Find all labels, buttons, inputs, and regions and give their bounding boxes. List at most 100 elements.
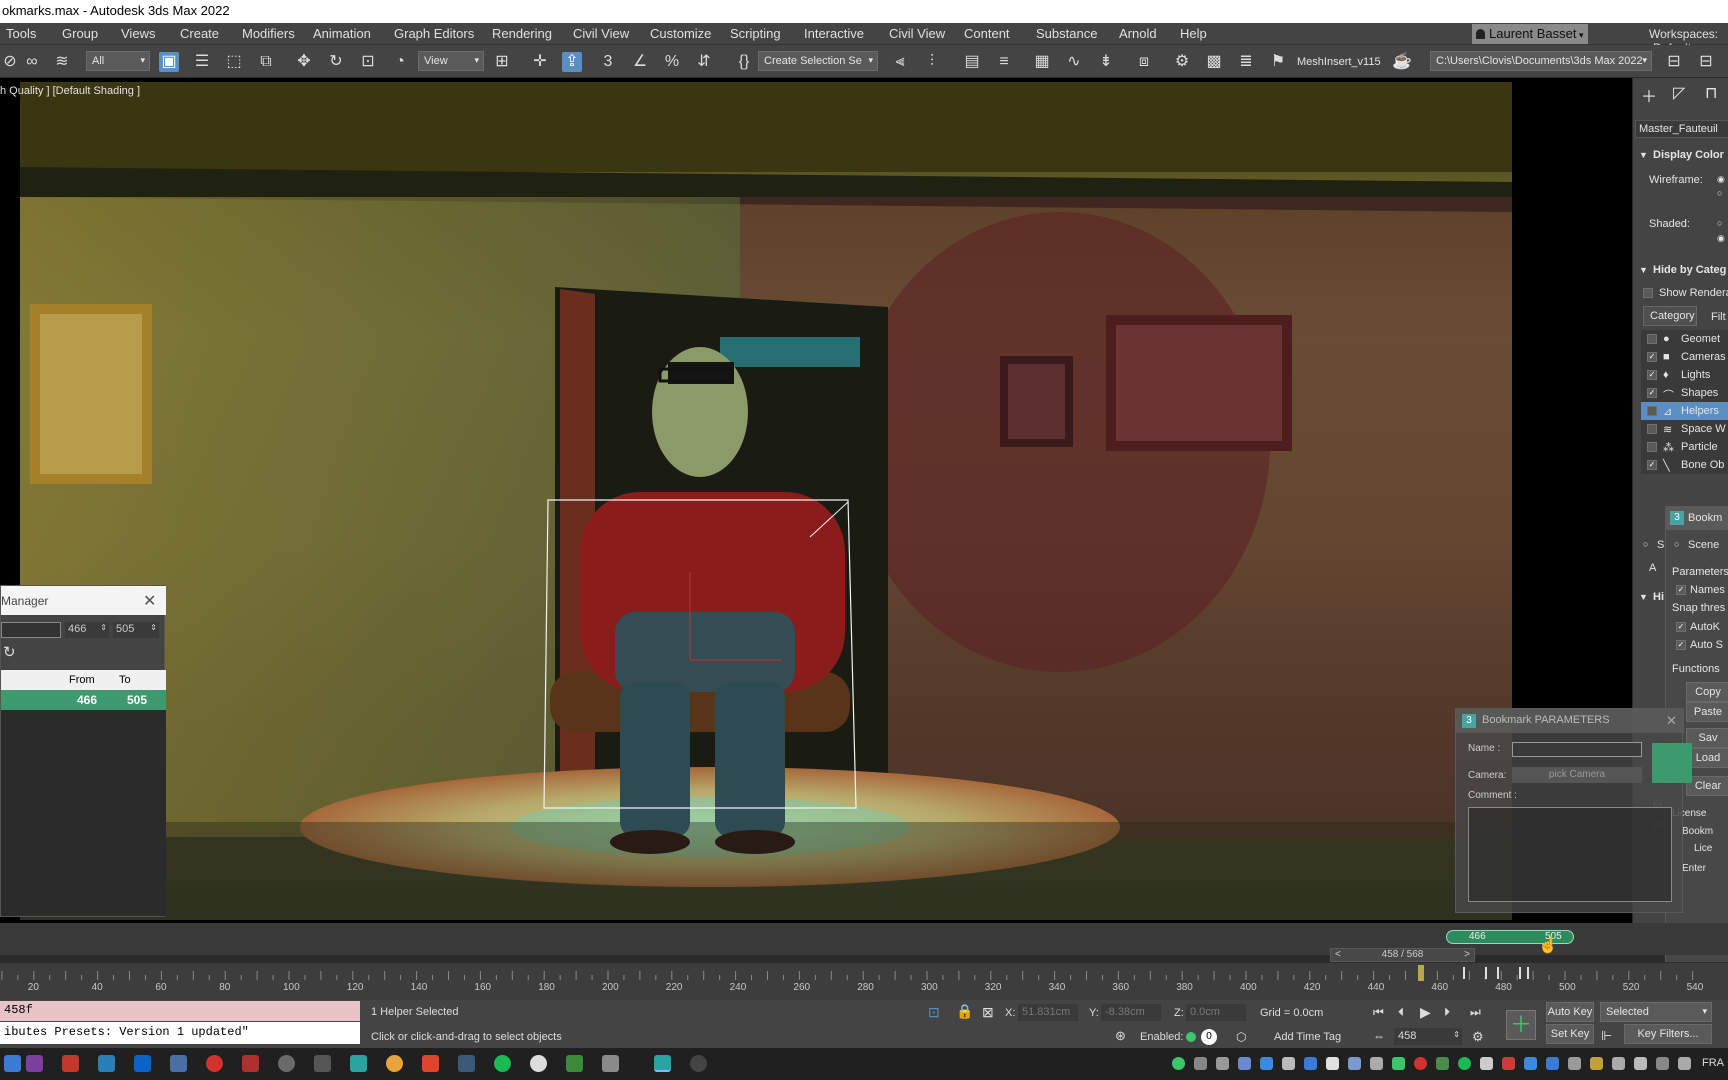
- placement-icon[interactable]: ◔: [390, 52, 410, 72]
- category-checkbox[interactable]: [1647, 334, 1657, 344]
- list-item[interactable]: ⁂ Particle: [1641, 438, 1728, 456]
- tray-icon[interactable]: [1678, 1057, 1691, 1070]
- scale-icon[interactable]: ⊡: [358, 52, 378, 72]
- ribbon-icon[interactable]: ▦: [1032, 52, 1052, 72]
- teapot-icon[interactable]: ☕: [1392, 52, 1412, 72]
- modify-tab-icon[interactable]: ◸: [1673, 83, 1685, 103]
- align-icon[interactable]: ⫶: [922, 52, 942, 72]
- tray-icon[interactable]: [1502, 1057, 1515, 1070]
- category-checkbox[interactable]: ✓: [1647, 388, 1657, 398]
- tray-icon[interactable]: [1392, 1057, 1405, 1070]
- link-icon[interactable]: ∞: [22, 52, 42, 72]
- previous-frame-icon[interactable]: ⏴: [1398, 1005, 1404, 1020]
- window-crossing-icon[interactable]: ⧉: [256, 52, 276, 72]
- add-time-tag[interactable]: Add Time Tag: [1274, 1031, 1341, 1043]
- maxscript-result-line[interactable]: ibutes Presets: Version 1 updated": [0, 1022, 360, 1044]
- menu-tools[interactable]: Tools: [6, 26, 36, 41]
- menu-customize[interactable]: Customize: [650, 26, 711, 41]
- shaded-radio-2[interactable]: ◉: [1717, 233, 1725, 244]
- select-by-name-icon[interactable]: ☰: [192, 52, 212, 72]
- save-button[interactable]: Sav: [1686, 728, 1728, 748]
- menu-content[interactable]: Content: [964, 26, 1010, 41]
- user-account-button[interactable]: Laurent Basset ▾: [1472, 24, 1588, 44]
- menu-arnold[interactable]: Arnold: [1119, 26, 1157, 41]
- filezilla-icon[interactable]: [242, 1055, 259, 1072]
- pivot-center-icon[interactable]: ⊞: [492, 52, 512, 72]
- enter-license-button[interactable]: Enter: [1682, 863, 1706, 874]
- select-manipulate-icon[interactable]: ✛: [530, 52, 550, 72]
- menu-help[interactable]: Help: [1180, 26, 1207, 41]
- menu-scripting[interactable]: Scripting: [730, 26, 781, 41]
- enabled-count[interactable]: 0: [1201, 1029, 1217, 1045]
- menu-group[interactable]: Group: [62, 26, 98, 41]
- isolate-selection-icon[interactable]: ⊡: [928, 1004, 940, 1021]
- angle-snap-icon[interactable]: ∠: [630, 52, 650, 72]
- time-tag-icon[interactable]: ⬡: [1236, 1030, 1246, 1044]
- object-name-field[interactable]: Master_Fauteuil: [1635, 120, 1728, 138]
- close-icon[interactable]: ✕: [1666, 713, 1677, 729]
- mirror-icon[interactable]: ⫷: [890, 52, 910, 72]
- tray-icon[interactable]: [1260, 1057, 1273, 1070]
- menu-civil-view[interactable]: Civil View: [573, 26, 629, 41]
- tray-icon[interactable]: [1304, 1057, 1317, 1070]
- edit-named-selection-icon[interactable]: {}: [734, 52, 754, 72]
- goto-start-icon[interactable]: ⏮: [1373, 1005, 1384, 1020]
- autokey-checkbox[interactable]: ✓: [1676, 622, 1686, 632]
- 3dsmax-active-icon[interactable]: [654, 1055, 671, 1072]
- tray-icon[interactable]: [1480, 1057, 1493, 1070]
- list-item[interactable]: ● Geomet: [1641, 330, 1728, 348]
- close-icon[interactable]: ✕: [143, 591, 156, 611]
- calculator-icon[interactable]: [314, 1055, 331, 1072]
- bookmark-color-swatch[interactable]: [1652, 743, 1692, 783]
- time-slider-next[interactable]: >: [1464, 949, 1470, 961]
- tray-icon[interactable]: [1326, 1057, 1339, 1070]
- brave-icon[interactable]: [422, 1055, 439, 1072]
- name-input[interactable]: [1512, 742, 1642, 757]
- render-setup-icon[interactable]: ⚙: [1172, 52, 1192, 72]
- key-filter-icon[interactable]: ⊩: [1601, 1028, 1612, 1044]
- tab-category[interactable]: Category: [1643, 306, 1697, 326]
- rendered-frame-window-icon[interactable]: ▩: [1204, 52, 1224, 72]
- render-production-icon[interactable]: ≣: [1236, 52, 1256, 72]
- tray-icon[interactable]: [1458, 1057, 1471, 1070]
- paste-button[interactable]: Paste: [1686, 702, 1728, 722]
- reference-coordinate-dropdown[interactable]: View ▾: [418, 51, 484, 71]
- wireframe-radio[interactable]: ◉: [1717, 174, 1725, 185]
- taskbar-app-icon[interactable]: [170, 1055, 187, 1072]
- create-tab-icon[interactable]: ＋: [1641, 83, 1657, 107]
- y-coordinate-field[interactable]: -8.38cm: [1101, 1004, 1161, 1021]
- shaded-radio[interactable]: ○: [1717, 218, 1722, 228]
- z-coordinate-field[interactable]: 0.0cm: [1186, 1004, 1246, 1021]
- table-row[interactable]: 466 505: [1, 690, 166, 710]
- bookmark-tool-icon[interactable]: ⚑: [1268, 52, 1288, 72]
- time-configuration-icon[interactable]: ⇔: [1373, 1029, 1385, 1043]
- menu-graph-editors[interactable]: Graph Editors: [394, 26, 474, 41]
- category-checkbox[interactable]: [1647, 442, 1657, 452]
- spinner-arrows-icon[interactable]: ⇕: [1453, 1030, 1460, 1039]
- category-checkbox[interactable]: ✓: [1647, 370, 1657, 380]
- display-color-rollout[interactable]: Display Color: [1653, 149, 1724, 161]
- col-to-header[interactable]: To: [119, 674, 131, 686]
- bind-spacewarp-icon[interactable]: ≋: [52, 52, 72, 72]
- show-renderable-checkbox[interactable]: [1643, 288, 1653, 298]
- adaptive-degradation-icon[interactable]: ⊛: [1115, 1028, 1126, 1044]
- list-item[interactable]: ✓ ╲ Bone Ob: [1641, 456, 1728, 474]
- menu-modifiers[interactable]: Modifiers: [242, 26, 295, 41]
- collapse-arrow-icon[interactable]: ▼: [1639, 150, 1648, 160]
- menu-views[interactable]: Views: [121, 26, 155, 41]
- pick-camera-button[interactable]: pick Camera: [1512, 767, 1642, 783]
- list-item[interactable]: ⊿ Helpers: [1641, 402, 1728, 420]
- track-bar[interactable]: 20 40 60 80 100 120 140 160 180 200 220 240 260 280 30…: [0, 962, 1728, 1000]
- list-item[interactable]: ✓ ⌒ Shapes: [1641, 384, 1728, 402]
- list-item[interactable]: ✓ ♦ Lights: [1641, 366, 1728, 384]
- menu-create[interactable]: Create: [180, 26, 219, 41]
- scene-explorer-icon[interactable]: ▤: [962, 52, 982, 72]
- tray-icon[interactable]: [1194, 1057, 1207, 1070]
- absolute-mode-icon[interactable]: ⊠: [982, 1004, 994, 1021]
- list-item[interactable]: ≋ Space W: [1641, 420, 1728, 438]
- rectangular-region-icon[interactable]: ⬚: [224, 52, 244, 72]
- material-editor-icon[interactable]: ⧈: [1134, 52, 1154, 72]
- toolbar-extra-icon[interactable]: ⊟: [1664, 52, 1684, 72]
- taskbar-app-icon[interactable]: [62, 1055, 79, 1072]
- spinner-snap-icon[interactable]: ⇵: [694, 52, 714, 72]
